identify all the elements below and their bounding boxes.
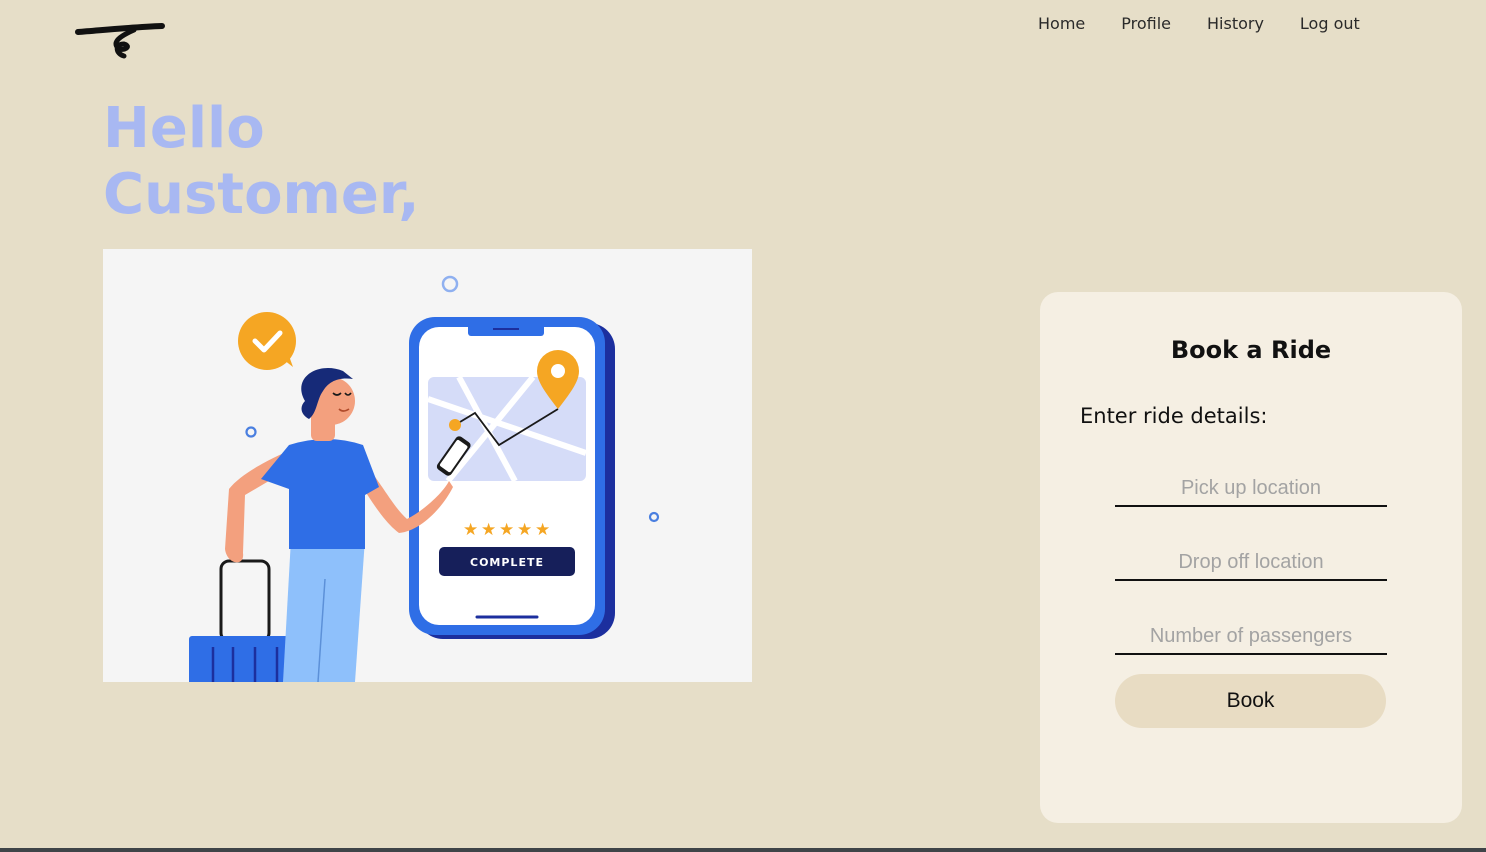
dropoff-location-input[interactable] [1115,545,1387,581]
passengers-input[interactable] [1115,619,1387,655]
nav-logout-link[interactable]: Log out [1282,13,1378,35]
check-bubble-icon [238,312,296,370]
book-button[interactable]: Book [1115,674,1386,728]
phone-graphic: ★ ★ ★ ★ ★ COMPLETE [409,317,615,639]
booking-subtitle: Enter ride details: [1080,404,1268,428]
greeting-line-2: Customer, [103,162,420,227]
pickup-location-input[interactable] [1115,471,1387,507]
top-nav: Home Profile History Log out [1020,13,1378,35]
greeting-heading: Hello Customer, [103,96,420,228]
logo[interactable] [74,20,168,62]
svg-text:★: ★ [517,520,532,540]
svg-text:★: ★ [481,520,496,540]
nav-history-link[interactable]: History [1189,13,1282,35]
decor-circle [245,426,257,438]
nav-profile-link[interactable]: Profile [1103,13,1189,35]
nav-home-link[interactable]: Home [1020,13,1103,35]
svg-text:★: ★ [535,520,550,540]
booking-card: Book a Ride Enter ride details: Book [1040,292,1462,823]
svg-text:★: ★ [499,520,514,540]
greeting-line-1: Hello [103,96,265,161]
svg-text:★: ★ [463,520,478,540]
booking-title: Book a Ride [1170,336,1332,364]
decor-circle [441,275,459,293]
decor-circle [648,511,660,523]
rating-stars: ★ ★ ★ ★ ★ [463,520,550,540]
bottom-border [0,848,1486,852]
complete-badge-text: COMPLETE [470,556,544,569]
hero-illustration: ★ ★ ★ ★ ★ COMPLETE [103,249,752,682]
